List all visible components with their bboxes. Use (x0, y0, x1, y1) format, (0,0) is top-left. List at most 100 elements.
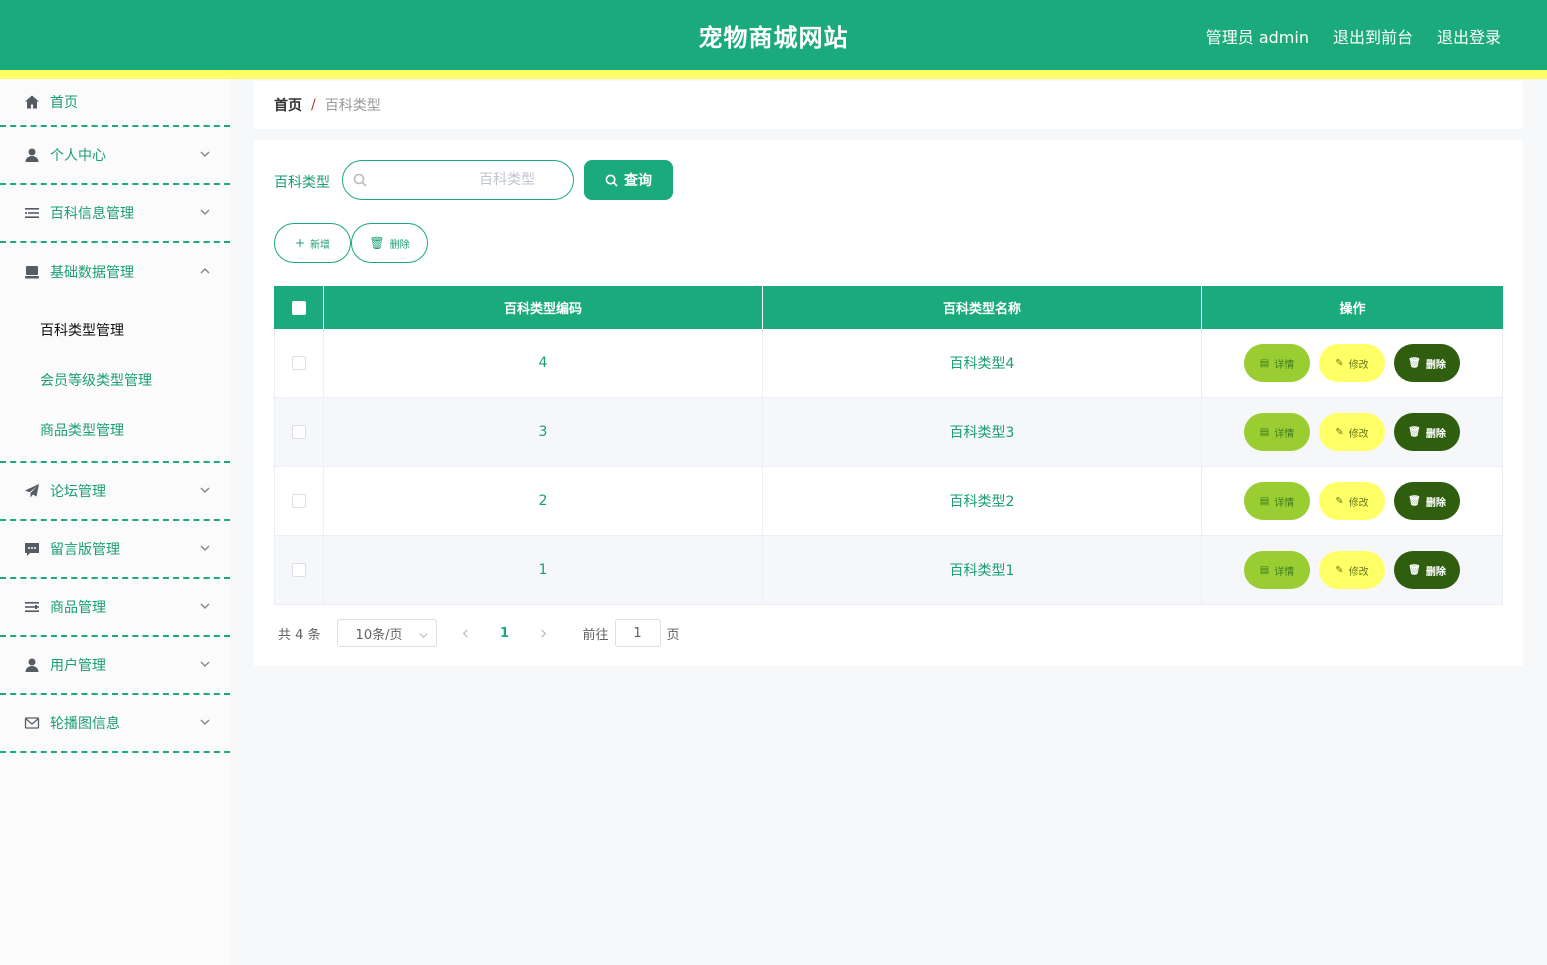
top-header: 宠物商城网站 管理员 admin 退出到前台 退出登录 (0, 0, 1547, 70)
edit-label: 修改 (1348, 497, 1369, 509)
search-label: 百科类型 (274, 175, 330, 191)
submenu-item-wiki-type[interactable]: 百科类型管理 (0, 305, 230, 355)
sidebar-item-label: 论坛管理 (50, 484, 106, 500)
cell-code: 3 (324, 398, 763, 466)
add-button-label: 新增 (310, 239, 331, 251)
delete-button[interactable]: 🗑 删除 (1394, 413, 1460, 451)
detail-button[interactable]: ▤ 详情 (1244, 551, 1310, 589)
goto-page-input[interactable] (614, 619, 661, 647)
search-icon (605, 174, 618, 187)
detail-label: 详情 (1274, 359, 1295, 371)
sidebar-item-carousel[interactable]: 轮播图信息 (0, 695, 230, 753)
row-checkbox[interactable] (292, 356, 306, 370)
chevron-down-icon (418, 629, 428, 639)
chevron-down-icon (200, 483, 210, 494)
submenu-item-product-type[interactable]: 商品类型管理 (0, 405, 230, 455)
detail-button[interactable]: ▤ 详情 (1244, 413, 1310, 451)
chevron-down-icon (200, 147, 210, 158)
detail-label: 详情 (1274, 497, 1295, 509)
breadcrumb-home[interactable]: 首页 (274, 95, 302, 115)
edit-label: 修改 (1348, 359, 1369, 371)
sidebar-item-label: 轮播图信息 (50, 716, 120, 732)
pencil-icon: ✎ (1335, 495, 1344, 507)
prev-page-button[interactable] (451, 619, 481, 647)
select-all-checkbox[interactable] (291, 300, 306, 315)
detail-label: 详情 (1274, 566, 1295, 578)
chevron-down-icon (200, 599, 210, 610)
sidebar-item-label: 用户管理 (50, 658, 106, 674)
chevron-left-icon (462, 628, 468, 638)
cell-name: 百科类型2 (763, 467, 1202, 535)
sidebar-item-wiki-info[interactable]: 百科信息管理 (0, 185, 230, 243)
batch-delete-label: 删除 (389, 239, 410, 251)
sidebar-item-guestbook[interactable]: 留言版管理 (0, 521, 230, 579)
add-button[interactable]: + 新增 (274, 223, 351, 263)
chevron-up-icon (200, 264, 210, 274)
cell-name: 百科类型3 (763, 398, 1202, 466)
breadcrumb: 首页 / 百科类型 (254, 81, 1523, 129)
user-icon (24, 657, 40, 673)
sidebar-item-label: 留言版管理 (50, 542, 120, 558)
sidebar-item-basic-data[interactable]: 基础数据管理 (0, 243, 230, 301)
sidebar-item-users[interactable]: 用户管理 (0, 637, 230, 695)
cell-code: 2 (324, 467, 763, 535)
chevron-down-icon (200, 205, 210, 216)
column-header-name: 百科类型名称 (763, 286, 1202, 329)
edit-button[interactable]: ✎ 修改 (1319, 413, 1385, 451)
delete-button[interactable]: 🗑 删除 (1394, 482, 1460, 520)
row-checkbox-cell (274, 467, 324, 535)
table-row: 1 百科类型1 ▤ 详情 ✎ 修改 🗑 删除 (274, 536, 1503, 605)
next-page-button[interactable] (529, 619, 559, 647)
query-button[interactable]: 查询 (584, 160, 673, 200)
breadcrumb-separator: / (311, 97, 316, 113)
document-icon: ▤ (1259, 426, 1270, 438)
table-row: 3 百科类型3 ▤ 详情 ✎ 修改 🗑 删除 (274, 398, 1503, 467)
detail-button[interactable]: ▤ 详情 (1244, 344, 1310, 382)
menu-icon (24, 599, 40, 615)
delete-label: 删除 (1425, 359, 1446, 371)
cell-actions: ▤ 详情 ✎ 修改 🗑 删除 (1202, 467, 1503, 535)
search-icon (353, 173, 367, 187)
edit-button[interactable]: ✎ 修改 (1319, 344, 1385, 382)
chevron-down-icon (200, 541, 210, 552)
search-field[interactable] (342, 160, 574, 200)
edit-label: 修改 (1348, 566, 1369, 578)
table-header: 百科类型编码 百科类型名称 操作 (274, 286, 1503, 329)
mail-icon (24, 715, 40, 731)
delete-button[interactable]: 🗑 删除 (1394, 344, 1460, 382)
exit-to-front-link[interactable]: 退出到前台 (1333, 24, 1413, 48)
row-checkbox-cell (274, 398, 324, 466)
page-size-value: 10条/页 (355, 627, 403, 643)
row-checkbox[interactable] (292, 425, 306, 439)
sidebar-item-home[interactable]: 首页 (0, 79, 230, 127)
delete-label: 删除 (1425, 428, 1446, 440)
header-links: 管理员 admin 退出到前台 退出登录 (1206, 24, 1501, 48)
trash-icon: 🗑 (1408, 495, 1421, 507)
header-checkbox-cell (274, 286, 324, 329)
row-checkbox[interactable] (292, 563, 306, 577)
page-number-current[interactable]: 1 (490, 619, 520, 647)
delete-button[interactable]: 🗑 删除 (1394, 551, 1460, 589)
cell-code: 1 (324, 536, 763, 604)
cell-name: 百科类型4 (763, 329, 1202, 397)
submenu-item-member-level-type[interactable]: 会员等级类型管理 (0, 355, 230, 405)
list-icon (24, 205, 40, 221)
page-size-select[interactable]: 10条/页 (336, 619, 437, 647)
submenu-basic-data: 百科类型管理 会员等级类型管理 商品类型管理 (0, 301, 230, 463)
edit-button[interactable]: ✎ 修改 (1319, 482, 1385, 520)
logout-link[interactable]: 退出登录 (1437, 24, 1501, 48)
admin-label[interactable]: 管理员 admin (1206, 24, 1309, 48)
pencil-icon: ✎ (1335, 426, 1344, 438)
table-row: 4 百科类型4 ▤ 详情 ✎ 修改 🗑 删除 (274, 329, 1503, 398)
sidebar-item-forum[interactable]: 论坛管理 (0, 463, 230, 521)
search-input[interactable] (373, 167, 565, 193)
batch-delete-button[interactable]: 🗑 删除 (351, 223, 428, 263)
sidebar-item-products[interactable]: 商品管理 (0, 579, 230, 637)
row-checkbox[interactable] (292, 494, 306, 508)
table-row: 2 百科类型2 ▤ 详情 ✎ 修改 🗑 删除 (274, 467, 1503, 536)
edit-button[interactable]: ✎ 修改 (1319, 551, 1385, 589)
sidebar: 首页 个人中心 百科信息管理 基础数据管理 百科类型管理 会员等级类型管理 商品… (0, 79, 230, 965)
detail-button[interactable]: ▤ 详情 (1244, 482, 1310, 520)
cell-actions: ▤ 详情 ✎ 修改 🗑 删除 (1202, 398, 1503, 466)
sidebar-item-personal-center[interactable]: 个人中心 (0, 127, 230, 185)
